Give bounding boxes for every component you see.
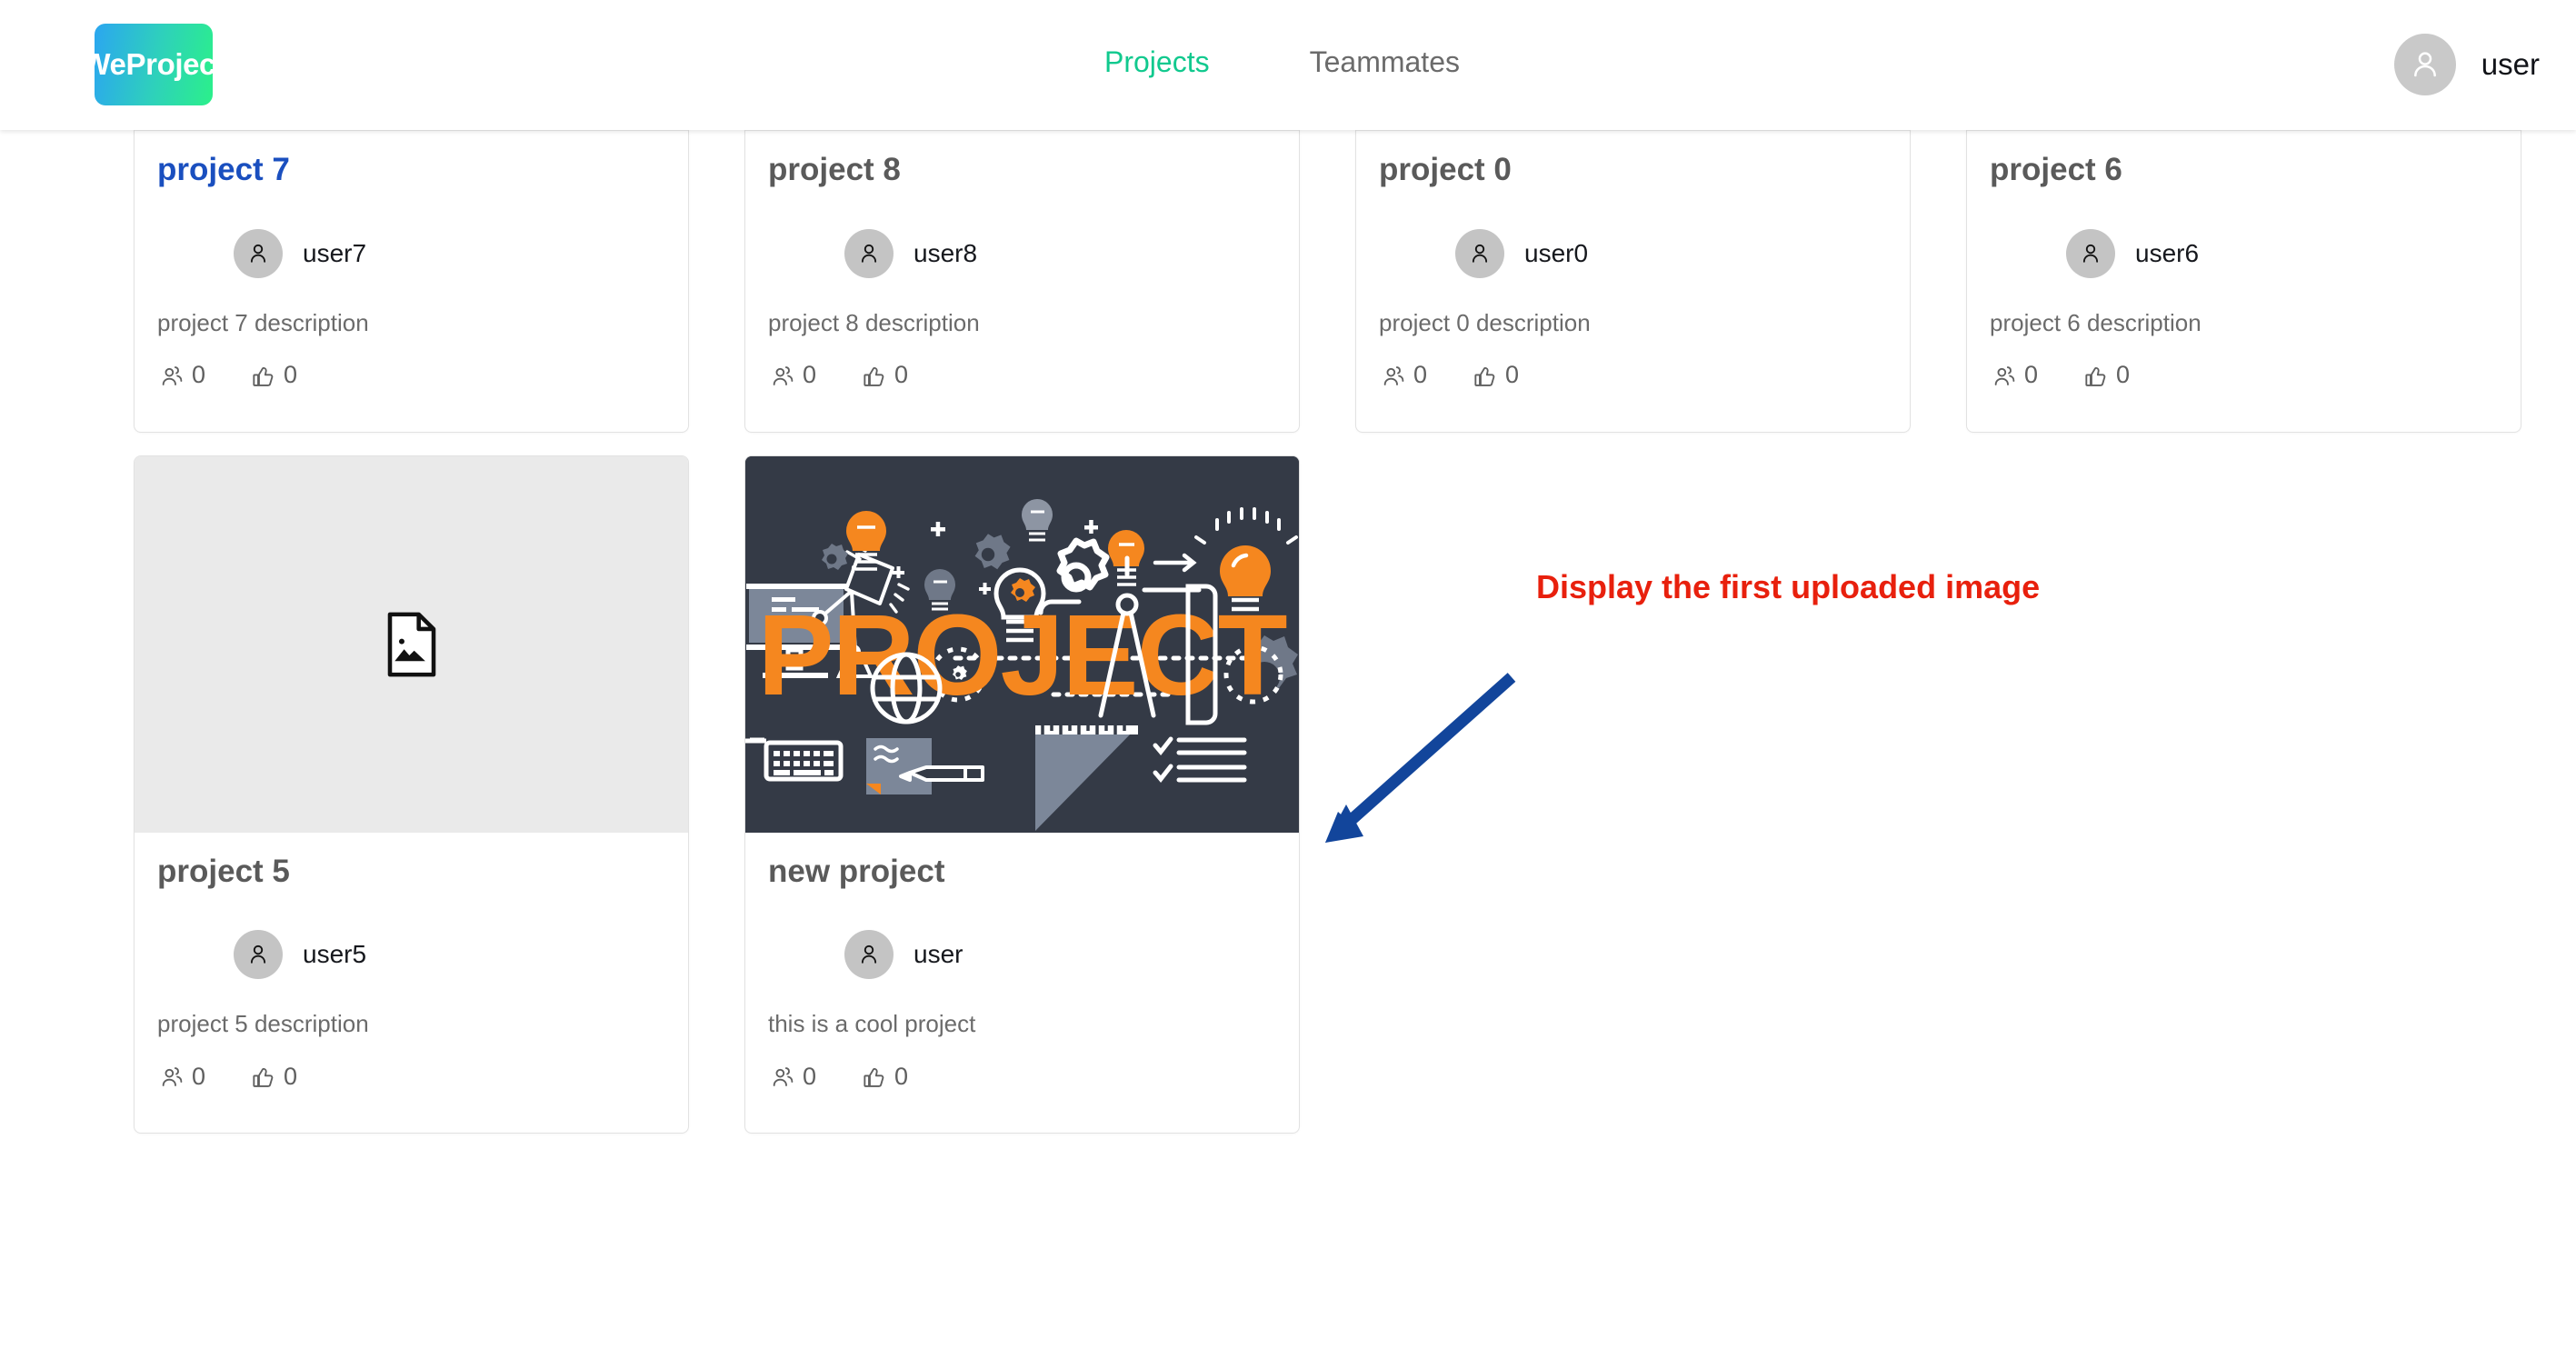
project-stats: 0 0 [768,361,1276,432]
project-card[interactable]: PROJECT new project user this is a cool … [744,455,1300,1134]
project-stats: 0 0 [768,1062,1276,1133]
likes-count: 0 [894,1062,909,1090]
person-icon [250,944,266,964]
project-owner: user0 [1379,228,1887,278]
person-icon [2413,52,2436,77]
members-stat[interactable]: 0 [768,361,816,390]
owner-name: user0 [1524,238,1589,267]
likes-count: 0 [894,361,909,388]
project-description: project 7 description [157,308,369,336]
members-count: 0 [192,1062,206,1090]
avatar [2066,228,2115,278]
avatar[interactable] [2393,34,2456,95]
project-title[interactable]: project 0 [1379,152,1887,188]
person-icon [2082,244,2099,263]
project-owner: user6 [1990,228,2498,278]
people-icon [1994,365,2015,385]
broken-image-icon [387,612,435,676]
people-icon [773,365,794,385]
members-stat[interactable]: 0 [157,361,205,390]
people-icon [162,365,183,385]
project-description: project 0 description [1379,308,1591,336]
thumbs-up-icon [253,366,274,386]
project-stats: 0 0 [1379,361,1887,432]
project-description: project 5 description [157,1010,369,1037]
likes-stat[interactable]: 0 [2082,361,2130,390]
projects-row: project 5 user5 project 5 description 0 … [134,455,2521,1134]
project-stats: 0 0 [1990,361,2498,432]
project-illustration-image: PROJECT [745,455,1299,833]
thumbs-up-icon [253,1067,274,1087]
project-stats: 0 0 [157,1062,665,1133]
owner-name: user5 [303,940,367,968]
person-icon [861,244,877,263]
app-header: WeProject Projects Teammates user [0,0,2576,130]
project-card[interactable]: project 5 user5 project 5 description 0 … [134,455,689,1134]
project-owner: user [768,930,1276,979]
likes-count: 0 [1505,361,1520,388]
likes-count: 0 [2116,361,2131,388]
owner-name: user6 [2135,238,2200,267]
project-stats: 0 0 [157,361,665,432]
avatar [844,228,894,278]
people-icon [162,1067,183,1086]
likes-stat[interactable]: 0 [1471,361,1519,390]
avatar [844,930,894,979]
card-thumbnail: PROJECT [745,455,1299,833]
project-title[interactable]: project 7 [157,152,665,188]
likes-stat[interactable]: 0 [249,1062,297,1091]
likes-count: 0 [284,1062,298,1090]
members-stat[interactable]: 0 [1379,361,1427,390]
owner-name: user7 [303,238,367,267]
person-icon [1472,244,1488,263]
user-name: user [2481,47,2540,81]
owner-name: user8 [914,238,978,267]
projects-row: project 7 user7 project 7 description 0 … [134,55,2521,433]
thumbs-up-icon [864,1067,884,1087]
likes-stat[interactable]: 0 [860,361,908,390]
project-owner: user5 [157,930,665,979]
person-icon [861,944,877,964]
projects-grid: project 7 user7 project 7 description 0 … [134,55,2521,1134]
likes-count: 0 [284,361,298,388]
people-icon [1383,365,1404,385]
project-description: project 6 description [1990,308,2202,336]
brand-logo-text: WeProject [82,47,225,81]
members-count: 0 [803,361,817,388]
project-description: this is a cool project [768,1010,976,1037]
project-title[interactable]: project 6 [1990,152,2498,188]
members-count: 0 [1413,361,1428,388]
project-title[interactable]: project 8 [768,152,1276,188]
project-title[interactable]: project 5 [157,854,665,890]
members-stat[interactable]: 0 [1990,361,2038,390]
avatar [1455,228,1504,278]
avatar [234,228,283,278]
nav-link-teammates[interactable]: Teammates [1310,45,1460,79]
project-description: project 8 description [768,308,980,336]
owner-name: user [914,940,964,968]
user-menu[interactable]: user [2393,34,2540,95]
project-owner: user8 [768,228,1276,278]
members-count: 0 [192,361,206,388]
brand-logo[interactable]: WeProject [82,24,225,105]
likes-stat[interactable]: 0 [249,361,297,390]
card-thumbnail [135,455,688,833]
main-nav: Projects Teammates [1104,45,1460,79]
likes-stat[interactable]: 0 [860,1062,908,1091]
thumbs-up-icon [1474,366,1495,386]
nav-link-projects[interactable]: Projects [1104,45,1210,79]
members-count: 0 [803,1062,817,1090]
members-stat[interactable]: 0 [768,1062,816,1091]
project-title[interactable]: new project [768,854,1276,890]
thumbs-up-icon [2085,366,2106,386]
thumbs-up-icon [864,366,884,386]
members-count: 0 [2024,361,2039,388]
person-icon [250,244,266,263]
people-icon [773,1067,794,1086]
avatar [234,930,283,979]
members-stat[interactable]: 0 [157,1062,205,1091]
project-owner: user7 [157,228,665,278]
svg-text:PROJECT: PROJECT [757,591,1286,719]
